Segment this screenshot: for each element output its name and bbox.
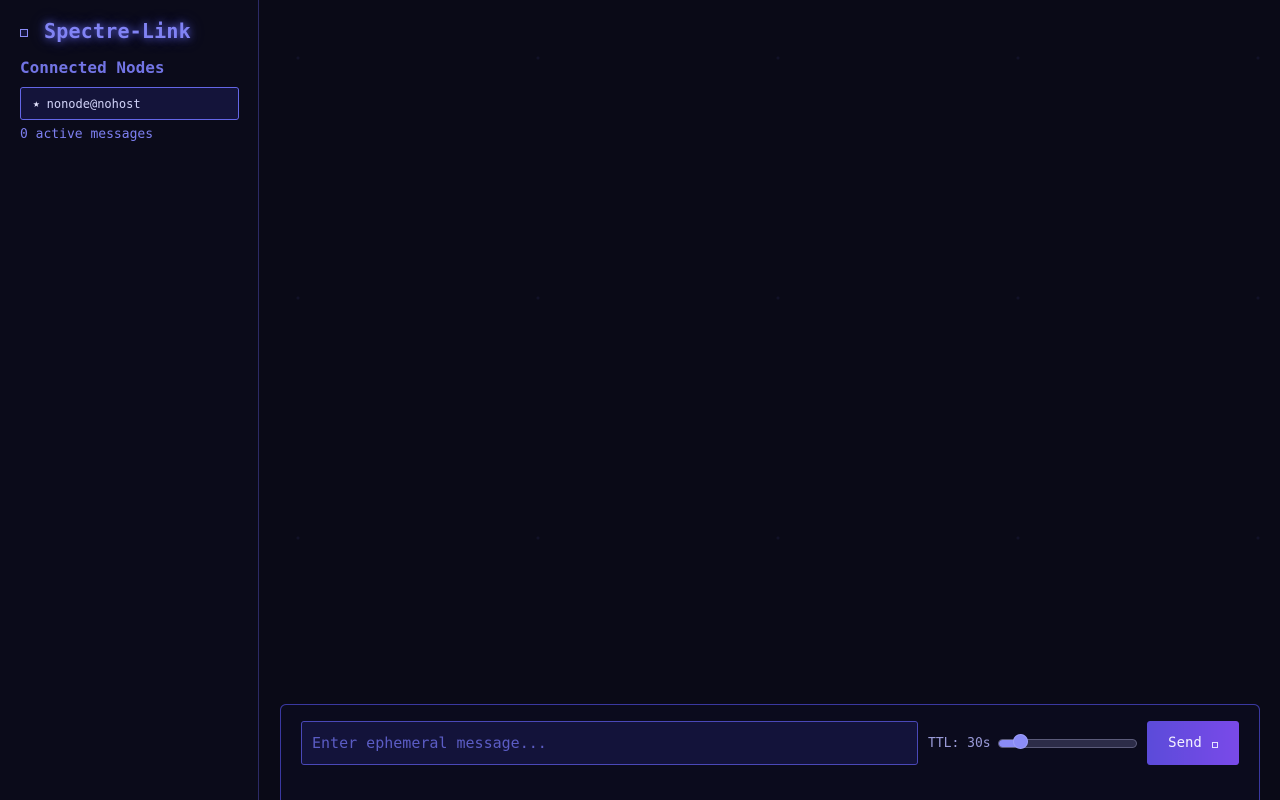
logo-square-icon xyxy=(20,29,28,37)
brand: Spectre-Link xyxy=(20,18,191,44)
connected-nodes-heading: Connected Nodes xyxy=(20,58,165,77)
star-icon: ★ xyxy=(33,97,40,110)
send-button[interactable]: Send xyxy=(1147,721,1239,765)
app-root: Spectre-Link Connected Nodes ★ nonode@no… xyxy=(0,0,1280,800)
composer: TTL: 30s Send xyxy=(280,704,1260,800)
node-item[interactable]: ★ nonode@nohost xyxy=(20,87,239,120)
send-square-icon xyxy=(1211,741,1218,748)
sidebar: Spectre-Link Connected Nodes ★ nonode@no… xyxy=(0,0,259,800)
ttl-label: TTL: 30s xyxy=(928,736,991,751)
ttl-slider-thumb[interactable] xyxy=(1012,734,1028,749)
message-input[interactable] xyxy=(301,721,918,765)
message-area xyxy=(260,0,1280,800)
app-title: Spectre-Link xyxy=(44,19,191,43)
send-label: Send xyxy=(1168,735,1202,751)
active-messages-count: 0 active messages xyxy=(20,127,154,142)
node-label: nonode@nohost xyxy=(46,96,141,111)
